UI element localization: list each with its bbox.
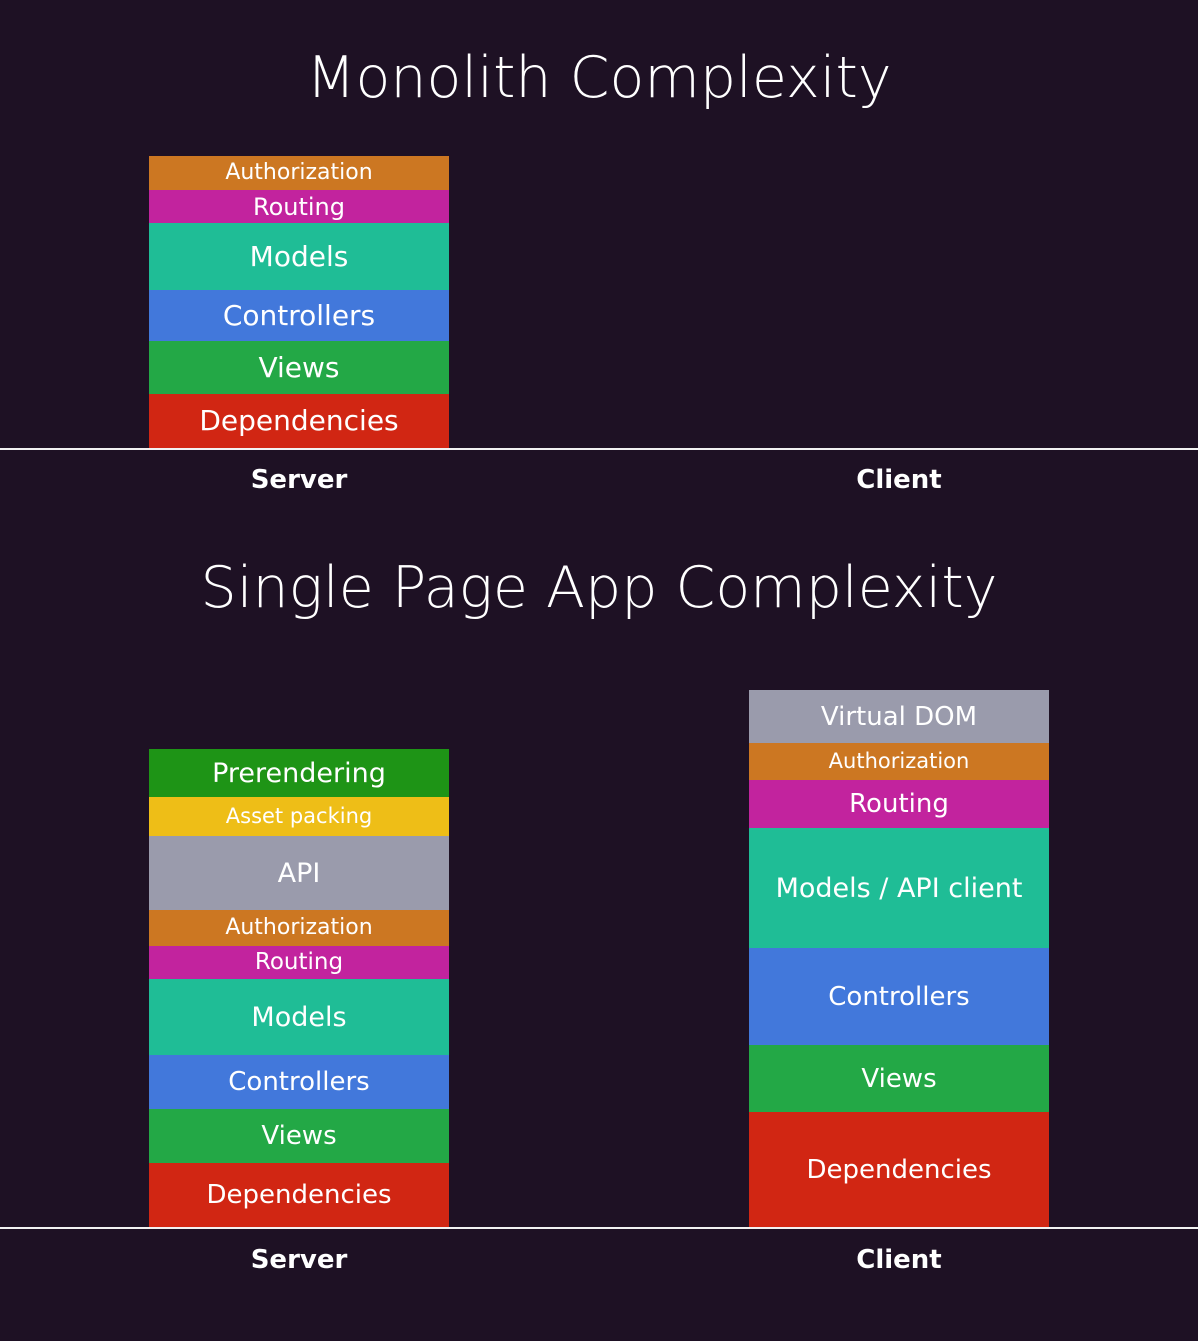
bar-segment-label: Models (249, 239, 349, 273)
panel-divider-top (0, 448, 1198, 450)
bar-segment: Virtual DOM (749, 690, 1049, 743)
bar-segment-label: Views (261, 1121, 337, 1151)
bar-segment-label: Authorization (225, 160, 373, 185)
bar-stack-spa-client: Virtual DOM Authorization Routing Models / … (749, 690, 1049, 1227)
bar-segment: Models (149, 223, 449, 290)
bar-segment-label: Routing (254, 949, 344, 975)
axis-label-server-spa: Server (250, 1245, 348, 1275)
bar-stack-monolith-server: Authorization Routing Models Controllers Vie… (149, 156, 449, 448)
bar-segment: Views (149, 341, 449, 394)
bar-segment-label: Dependencies (206, 1180, 392, 1210)
bar-segment-label: API (277, 857, 321, 889)
bar-segment: Controllers (149, 290, 449, 341)
bar-segment: Dependencies (749, 1112, 1049, 1227)
bar-segment-label: Virtual DOM (820, 701, 978, 732)
bar-stack-spa-server: Prerendering Asset packing API Authorizatio… (149, 749, 449, 1227)
bar-segment-label: Controllers (222, 298, 376, 332)
axis-label-server-monolith: Server (250, 465, 348, 495)
bar-segment-label: Dependencies (806, 1154, 992, 1185)
bar-segment-label: Controllers (828, 981, 970, 1012)
bar-segment: Views (749, 1045, 1049, 1112)
bar-segment-label: Dependencies (199, 404, 399, 437)
bar-segment: Authorization (149, 910, 449, 946)
bar-segment: Routing (149, 946, 449, 979)
bar-segment: Routing (749, 780, 1049, 828)
bar-segment: Dependencies (149, 394, 449, 448)
bar-segment: Models / API client (749, 828, 1049, 948)
page-title-single-page-app: Single Page App Complexity (200, 555, 998, 621)
bar-segment: Authorization (749, 743, 1049, 780)
bar-segment: Controllers (749, 948, 1049, 1045)
bar-segment-label: Routing (252, 192, 345, 221)
bar-segment-label: Authorization (828, 749, 970, 773)
bar-segment-label: Models / API client (775, 872, 1023, 904)
bar-segment-label: Prerendering (212, 757, 386, 789)
axis-label-client-monolith: Client (856, 465, 942, 495)
axis-label-client-spa: Client (856, 1245, 942, 1275)
bar-segment-label: Controllers (228, 1067, 370, 1097)
bar-segment: Controllers (149, 1055, 449, 1109)
bar-segment: Models (149, 979, 449, 1055)
bar-segment-label: Views (258, 350, 340, 384)
bar-segment: Prerendering (149, 749, 449, 797)
panel-divider-bottom (0, 1227, 1198, 1229)
bar-segment-label: Models (251, 1001, 347, 1033)
bar-segment-label: Asset packing (225, 804, 373, 828)
diagram-canvas: Monolith Complexity Authorization Routing… (0, 0, 1198, 1341)
bar-segment-label: Views (861, 1063, 937, 1094)
bar-segment: Routing (149, 190, 449, 223)
bar-segment: API (149, 836, 449, 910)
bar-segment-label: Routing (849, 789, 949, 819)
bar-segment-label: Authorization (225, 915, 373, 940)
bar-segment: Asset packing (149, 797, 449, 836)
bar-segment: Views (149, 1109, 449, 1163)
bar-segment: Dependencies (149, 1163, 449, 1227)
page-title-monolith: Monolith Complexity (306, 45, 892, 111)
bar-segment: Authorization (149, 156, 449, 190)
